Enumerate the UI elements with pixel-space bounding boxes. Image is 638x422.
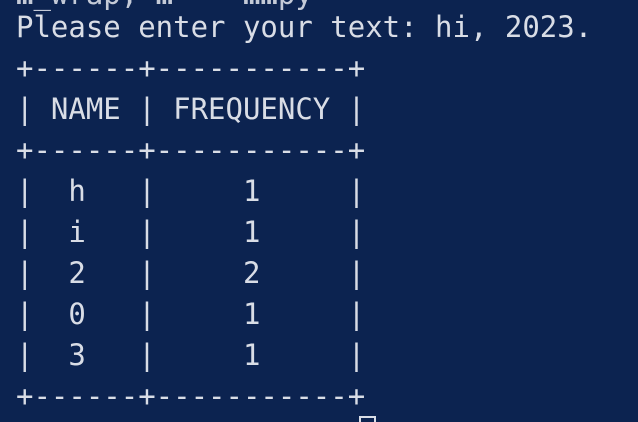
input-prompt-line: Please enter your text: hi, 2023.: [16, 10, 593, 44]
table-border-bottom: +------+-----------+: [16, 379, 366, 413]
table-row: | 3 | 1 |: [16, 338, 366, 372]
table-row: | 2 | 2 |: [16, 256, 366, 290]
table-header-row: | NAME | FREQUENCY |: [16, 92, 366, 126]
table-row: | 0 | 1 |: [16, 297, 366, 331]
terminal-window[interactable]: …_wrap; … ……py Please enter your text: h…: [0, 0, 638, 422]
table-border-middle: +------+-----------+: [16, 133, 366, 167]
table-row: | i | 1 |: [16, 215, 366, 249]
text-cursor: [359, 416, 376, 422]
table-border-top: +------+-----------+: [16, 51, 366, 85]
table-row: | h | 1 |: [16, 174, 366, 208]
